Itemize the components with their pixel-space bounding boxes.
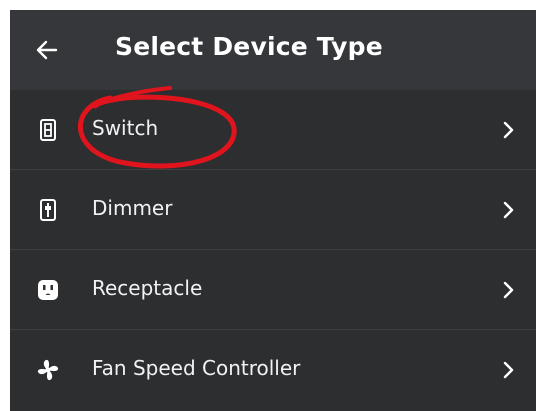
device-type-screen: Select Device Type Switch Dimmer Recepta… [10,10,536,411]
back-button[interactable] [28,30,68,70]
device-type-label: Receptacle [92,276,203,300]
chevron-right-icon [503,201,514,219]
device-type-label: Dimmer [92,196,173,220]
device-type-label: Switch [92,116,159,140]
chevron-right-icon [503,121,514,139]
device-type-label: Fan Speed Controller [92,356,301,380]
device-type-item-switch[interactable]: Switch [10,90,536,170]
chevron-right-icon [503,361,514,379]
page-title: Select Device Type [115,32,383,61]
device-type-list: Switch Dimmer Receptacle Fan Speed Contr… [10,90,536,410]
app-header: Select Device Type [10,10,536,90]
arrow-left-icon [36,40,58,60]
fan-icon [37,359,59,381]
device-type-item-receptacle[interactable]: Receptacle [10,250,536,330]
receptacle-icon [38,280,58,300]
device-type-item-fan-speed-controller[interactable]: Fan Speed Controller [10,330,536,410]
chevron-right-icon [503,281,514,299]
device-type-item-dimmer[interactable]: Dimmer [10,170,536,250]
dimmer-icon [40,199,56,221]
switch-icon [40,119,56,141]
